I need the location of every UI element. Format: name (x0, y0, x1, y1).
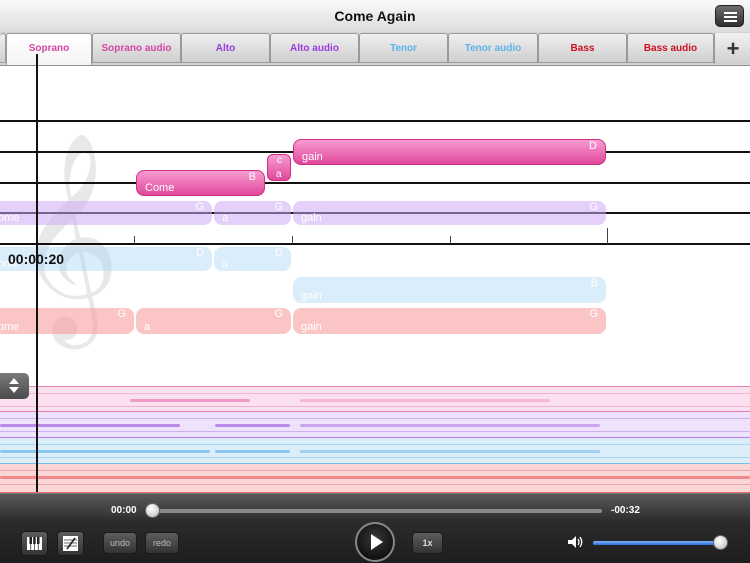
score-staff[interactable]: 𝄞 G ome G a G gain D ome D a B gain G om… (0, 66, 750, 386)
tenor-note[interactable]: D a (214, 247, 291, 271)
beat-tick (134, 236, 135, 244)
note-pitch: G (274, 201, 283, 213)
volume-fill (593, 541, 721, 545)
tab-bass-audio[interactable]: Bass audio (627, 33, 714, 63)
tenor-audio-track[interactable] (0, 438, 750, 464)
staff-line (0, 243, 750, 245)
elapsed-time: 00:00 (111, 505, 137, 516)
staff-line (0, 120, 750, 122)
tenor-note[interactable]: B gain (293, 277, 606, 303)
note-pitch: G (589, 308, 598, 320)
current-time: 00:00:20 (8, 251, 65, 267)
undo-button[interactable]: undo (103, 532, 137, 554)
note-lyric: a (276, 169, 282, 180)
treble-clef-icon: 𝄞 (14, 131, 121, 340)
staff-line (0, 182, 750, 184)
note-pitch: G (195, 201, 204, 213)
note-pitch: c (277, 155, 282, 166)
bass-audio-track[interactable] (0, 464, 750, 493)
note-lyric: gain (301, 321, 322, 333)
remaining-time: -00:32 (611, 505, 640, 516)
tab-bass[interactable]: Bass (538, 33, 627, 63)
note-pitch: G (589, 201, 598, 213)
piano-keyboard-icon (27, 537, 42, 550)
alto-note[interactable]: G a (214, 201, 291, 225)
progress-knob[interactable] (145, 503, 160, 518)
tab-soprano[interactable]: Soprano (6, 33, 92, 65)
tab-label: Bass audio (643, 43, 698, 54)
song-title: Come Again (334, 8, 416, 24)
transport-bar: 00:00 -00:32 undo redo 1x (0, 493, 750, 563)
note-lyric: a (222, 212, 229, 224)
tab-label: Alto (215, 43, 236, 54)
note-lyric: Come (145, 182, 175, 194)
tab-label: Tenor audio (464, 43, 522, 54)
score-edit-icon (63, 536, 78, 551)
soprano-audio-track[interactable] (0, 386, 750, 412)
app-window: Come Again Soprano Soprano audio Alto Al… (0, 0, 750, 563)
tab-label: Tenor (389, 43, 418, 54)
note-lyric: ome (0, 212, 20, 224)
note-lyric: a (144, 321, 151, 333)
beat-tick (450, 236, 451, 244)
title-bar: Come Again (0, 0, 750, 33)
note-pitch: B (590, 277, 598, 289)
note-lyric: gain (301, 212, 322, 224)
note-lyric: a (222, 258, 229, 270)
bass-note[interactable]: G a (136, 308, 291, 334)
score-edit-button[interactable] (57, 531, 84, 556)
menu-list-icon[interactable] (715, 5, 744, 27)
soprano-note[interactable]: c a (267, 154, 291, 181)
playhead[interactable] (36, 54, 38, 492)
volume-knob[interactable] (713, 535, 729, 550)
note-lyric: gain (302, 151, 323, 163)
piano-keyboard-button[interactable] (21, 531, 48, 556)
soprano-note[interactable]: D gain (293, 139, 606, 165)
note-lyric: gain (301, 290, 322, 302)
play-button[interactable] (355, 522, 395, 562)
part-tabs: Soprano Soprano audio Alto Alto audio Te… (0, 32, 750, 66)
progress-slider[interactable] (152, 509, 602, 513)
play-icon (371, 534, 383, 550)
alto-note[interactable]: G gain (293, 201, 606, 225)
note-pitch: D (275, 247, 283, 259)
resize-handle-icon[interactable] (0, 373, 29, 399)
tab-label: Soprano (28, 43, 70, 54)
speed-button[interactable]: 1x (412, 532, 443, 554)
measure-tick (607, 228, 608, 244)
alto-audio-track[interactable] (0, 412, 750, 438)
tab-tenor-audio[interactable]: Tenor audio (448, 33, 538, 63)
add-tab-button[interactable]: + (714, 33, 750, 64)
note-lyric: ome (0, 321, 20, 333)
note-pitch: D (196, 247, 204, 259)
redo-button[interactable]: redo (145, 532, 179, 554)
tab-soprano-audio[interactable]: Soprano audio (92, 33, 181, 63)
alto-note[interactable]: G ome (0, 201, 212, 225)
tab-alto-audio[interactable]: Alto audio (270, 33, 359, 63)
bass-note[interactable]: G gain (293, 308, 606, 334)
tab-label: Bass (570, 43, 595, 54)
tab-alto[interactable]: Alto (181, 33, 270, 63)
tab-tenor[interactable]: Tenor (359, 33, 448, 63)
tab-label: Alto audio (290, 43, 339, 54)
speaker-icon (568, 536, 583, 548)
bass-note[interactable]: G ome (0, 308, 134, 334)
note-pitch: G (274, 308, 283, 320)
note-pitch: B (248, 171, 256, 183)
beat-tick (292, 236, 293, 244)
note-pitch: G (117, 308, 126, 320)
note-pitch: D (589, 140, 597, 152)
tab-label: Soprano audio (101, 43, 172, 54)
soprano-note[interactable]: B Come (136, 170, 265, 196)
